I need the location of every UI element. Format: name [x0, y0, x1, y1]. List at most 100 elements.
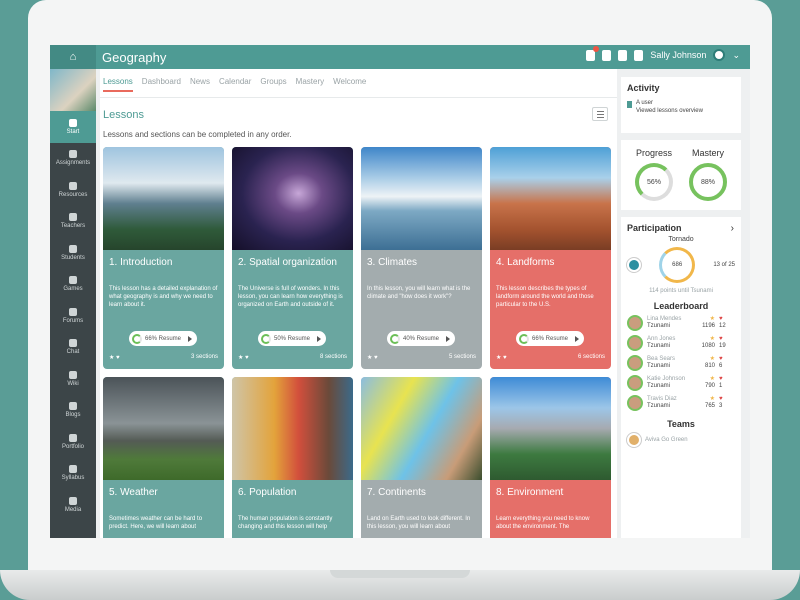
leaderboard-row[interactable]: Katie Johnson Tzunami ★ 790 ♥ 1	[627, 375, 735, 391]
folder-icon	[69, 181, 77, 190]
media-icon	[69, 496, 77, 505]
resume-button[interactable]: 50% Resume	[258, 331, 326, 346]
progress-donut: 56%	[635, 163, 673, 201]
lesson-image	[361, 147, 482, 250]
star-icon: ★	[709, 356, 715, 362]
leaderboard-name-block: Bea Sears Tzunami	[647, 356, 689, 370]
team-row[interactable]: Aviva Go Green	[627, 433, 735, 447]
star-icon: ★	[709, 376, 715, 382]
notification-icon[interactable]	[586, 45, 600, 61]
lesson-card[interactable]: 6. Population The human population is con…	[232, 377, 353, 538]
tab-mastery[interactable]: Mastery	[296, 77, 324, 92]
heart-icon: ♥	[719, 316, 723, 322]
avatar	[627, 258, 641, 272]
lesson-card[interactable]: 3. Climates In this lesson, you will lear…	[361, 147, 482, 369]
lesson-description: The Universe is full of wonders. In this…	[238, 286, 343, 308]
tab-calendar[interactable]: Calendar	[219, 77, 251, 92]
lesson-card[interactable]: 1. Introduction This lesson has a detaile…	[103, 147, 224, 369]
sidebar-item-resources[interactable]: Resources	[50, 174, 96, 206]
assignment-icon	[69, 150, 77, 159]
tab-welcome[interactable]: Welcome	[333, 77, 366, 92]
home-icon: ⌂	[69, 51, 77, 63]
sidebar-item-students[interactable]: Students	[50, 237, 96, 269]
activity-item[interactable]: A user Viewed lessons overview	[627, 99, 735, 115]
resume-button[interactable]: 66% Resume	[129, 331, 197, 346]
participation-points: 686	[659, 247, 696, 283]
lesson-card[interactable]: 4. Landforms This lesson describes the ty…	[490, 147, 611, 369]
lesson-description: In this lesson, you will learn what is t…	[367, 286, 471, 300]
user-avatar[interactable]	[713, 49, 726, 61]
leaderboard-name: Katie Johnson	[647, 376, 686, 382]
lesson-image	[103, 147, 224, 250]
participation-rank: 13 of 25	[713, 262, 735, 268]
sidebar-item-chat[interactable]: Chat	[50, 332, 96, 364]
avatar	[627, 395, 643, 411]
lesson-card[interactable]: 2. Spatial organization The Universe is f…	[232, 147, 353, 369]
lesson-card[interactable]: 7. Continents Land on Earth used to look …	[361, 377, 482, 538]
leaderboard-row[interactable]: Travis Diaz Tzunami ★ 765 ♥ 3	[627, 395, 735, 411]
calendar-icon[interactable]	[618, 49, 628, 61]
participation-level: Tornado	[668, 236, 694, 243]
resume-button[interactable]: 66% Resume	[516, 331, 584, 346]
activity-panel: Activity A user Viewed lessons overview	[621, 77, 741, 133]
lesson-description: Learn everything you need to know about …	[496, 516, 590, 530]
list-view-toggle-icon[interactable]	[592, 107, 608, 121]
leaderboard-points-block: ★ 790	[693, 376, 715, 390]
star-heart-icons[interactable]: ★ ♥	[109, 354, 120, 361]
leaderboard-name: Travis Diaz	[647, 396, 677, 402]
sidebar-item-portfolio[interactable]: Portfolio	[50, 426, 96, 458]
star-heart-icons[interactable]: ★ ♥	[238, 354, 249, 361]
section-count: 5 sections	[448, 354, 476, 360]
star-heart-icons[interactable]: ★ ♥	[496, 354, 507, 361]
sidebar-item-syllabus[interactable]: Syllabus	[50, 458, 96, 490]
page-subtitle: Lessons and sections can be completed in…	[103, 130, 292, 139]
user-name[interactable]: Sally Johnson	[650, 50, 706, 60]
lesson-card[interactable]: 5. Weather Sometimes weather can be hard …	[103, 377, 224, 538]
heart-icon: ♥	[719, 376, 723, 382]
tab-lessons[interactable]: Lessons	[103, 77, 133, 92]
sidebar-item-start[interactable]: Start	[50, 111, 96, 143]
sidebar-item-wiki[interactable]: Wiki	[50, 363, 96, 395]
sidebar-item-media[interactable]: Media	[50, 489, 96, 521]
leaderboard-count: 3	[719, 403, 723, 409]
leaderboard-count: 6	[719, 363, 723, 369]
star-heart-icons[interactable]: ★ ♥	[367, 354, 378, 361]
sidebar-item-forums[interactable]: Forums	[50, 300, 96, 332]
tab-news[interactable]: News	[190, 77, 210, 92]
app-screen: ⌂ Geography Sally Johnson ⌄ Start Assignm…	[50, 45, 750, 538]
chevron-right-icon[interactable]: ›	[731, 223, 734, 234]
forum-icon	[69, 307, 77, 316]
help-icon[interactable]	[634, 49, 644, 61]
teams-title: Teams	[667, 419, 695, 429]
activity-action: Viewed lessons overview	[636, 108, 703, 114]
play-arrow-icon	[575, 335, 579, 342]
tab-groups[interactable]: Groups	[260, 77, 286, 92]
mastery-label: Mastery	[691, 148, 724, 158]
lesson-description: This lesson has a detailed explanation o…	[109, 286, 218, 308]
sidebar-item-label: Chat	[66, 349, 80, 356]
lesson-card[interactable]: 8. Environment Learn everything you need …	[490, 377, 611, 538]
topbar-actions: Sally Johnson ⌄	[586, 45, 740, 61]
leaderboard-level: Tzunami	[647, 403, 671, 409]
leaderboard-row[interactable]: Lina Mendes Tzunami ★ 1196 ♥ 12	[627, 315, 735, 331]
chevron-down-icon[interactable]: ⌄	[732, 50, 740, 61]
leaderboard-points: 1196	[702, 323, 715, 329]
lesson-image	[232, 147, 353, 250]
leaderboard-row[interactable]: Bea Sears Tzunami ★ 810 ♥ 6	[627, 355, 735, 371]
resume-label: 66% Resume	[532, 335, 569, 342]
leaderboard-row[interactable]: Ann Jones Tzunami ★ 1080 ♥ 19	[627, 335, 735, 351]
sidebar-item-teachers[interactable]: Teachers	[50, 206, 96, 238]
leaderboard-points: 1080	[701, 343, 715, 349]
tab-dashboard[interactable]: Dashboard	[142, 77, 181, 92]
resume-button[interactable]: 40% Resume	[387, 331, 455, 346]
sidebar-item-games[interactable]: Games	[50, 269, 96, 301]
sidebar-item-assignments[interactable]: Assignments	[50, 143, 96, 175]
section-count: 8 sections	[319, 354, 347, 360]
inbox-icon[interactable]	[602, 49, 612, 61]
leaderboard-level: Tzunami	[647, 383, 671, 389]
sidebar-item-label: Syllabus	[61, 475, 85, 482]
leaderboard-points-block: ★ 1196	[693, 316, 715, 330]
home-button[interactable]: ⌂	[50, 45, 96, 69]
lesson-image	[361, 377, 482, 480]
sidebar-item-blogs[interactable]: Blogs	[50, 395, 96, 427]
